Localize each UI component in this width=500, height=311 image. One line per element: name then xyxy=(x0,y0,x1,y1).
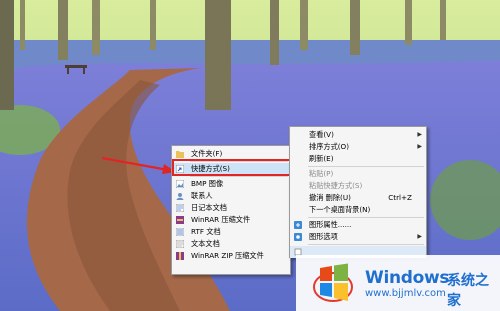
desktop-context-menu: 查看(V) ▶ 排序方式(O) ▶ 刷新(E) 粘贴(P) 粘贴快捷方式(S) … xyxy=(289,126,427,258)
menu-item-contact[interactable]: 联系人 xyxy=(172,190,290,202)
watermark-brand: Windows xyxy=(365,268,450,288)
menu-item-graphics-properties[interactable]: 图形属性...... xyxy=(290,219,426,231)
menu-item-text-document[interactable]: 文本文档 xyxy=(172,238,290,250)
winrar-icon xyxy=(176,216,184,224)
menu-item-paste[interactable]: 粘贴(P) xyxy=(290,168,426,180)
submenu-arrow-icon: ▶ xyxy=(417,143,422,150)
submenu-arrow-icon: ▶ xyxy=(417,131,422,138)
menu-item-journal[interactable]: 日记本文档 xyxy=(172,202,290,214)
submenu-arrow-icon: ▶ xyxy=(417,233,422,240)
menu-item-next-background[interactable]: 下一个桌面背景(N) xyxy=(290,204,426,216)
contact-icon xyxy=(176,193,184,200)
text-document-icon xyxy=(176,240,184,248)
menu-item-winrar[interactable]: WinRAR 压缩文件 xyxy=(172,214,290,226)
pointer-arrow-icon xyxy=(101,156,176,174)
watermark-brand-cn: 系统之家 xyxy=(447,273,489,309)
highlight-box xyxy=(172,159,292,176)
menu-item-view[interactable]: 查看(V) ▶ xyxy=(290,129,426,141)
rtf-document-icon xyxy=(176,228,184,236)
watermark-url: www.bjjmlv.com xyxy=(365,288,446,299)
windows-logo-icon xyxy=(313,263,353,302)
menu-separator xyxy=(308,166,424,167)
menu-separator xyxy=(308,244,424,245)
menu-item-undo-delete[interactable]: 撤消 删除(U) Ctrl+Z xyxy=(290,192,426,204)
menu-item-sort[interactable]: 排序方式(O) ▶ xyxy=(290,141,426,153)
menu-item-winrar-zip[interactable]: WinRAR ZIP 压缩文件 xyxy=(172,250,290,262)
folder-icon xyxy=(176,151,184,158)
menu-separator xyxy=(308,217,424,218)
bmp-image-icon xyxy=(176,180,184,188)
graphics-options-icon xyxy=(294,233,302,241)
graphics-properties-icon xyxy=(294,221,302,229)
menu-item-graphics-options[interactable]: 图形选项 ▶ xyxy=(290,231,426,243)
winrar-zip-icon xyxy=(176,252,184,260)
menu-separator xyxy=(190,176,288,177)
journal-icon xyxy=(176,204,184,212)
menu-item-bmp-image[interactable]: BMP 图像 xyxy=(172,178,290,190)
menu-item-rtf-document[interactable]: RTF 文档 xyxy=(172,226,290,238)
shortcut-key-label: Ctrl+Z xyxy=(388,193,412,202)
menu-item-refresh[interactable]: 刷新(E) xyxy=(290,153,426,165)
menu-item-paste-shortcut[interactable]: 粘贴快捷方式(S) xyxy=(290,180,426,192)
